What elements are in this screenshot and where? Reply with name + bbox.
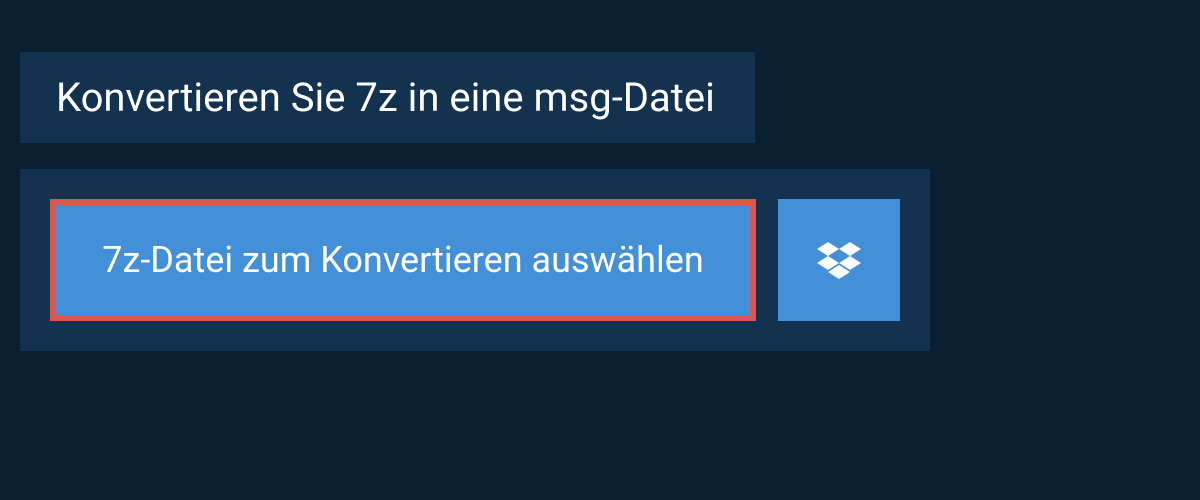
- page-title: Konvertieren Sie 7z in eine msg-Datei: [56, 74, 715, 121]
- select-file-button[interactable]: 7z-Datei zum Konvertieren auswählen: [50, 199, 756, 321]
- dropbox-icon: [817, 238, 861, 282]
- dropbox-button[interactable]: [778, 199, 900, 321]
- select-file-label: 7z-Datei zum Konvertieren auswählen: [102, 239, 704, 281]
- upload-panel: 7z-Datei zum Konvertieren auswählen: [20, 169, 930, 351]
- page-header: Konvertieren Sie 7z in eine msg-Datei: [20, 52, 755, 143]
